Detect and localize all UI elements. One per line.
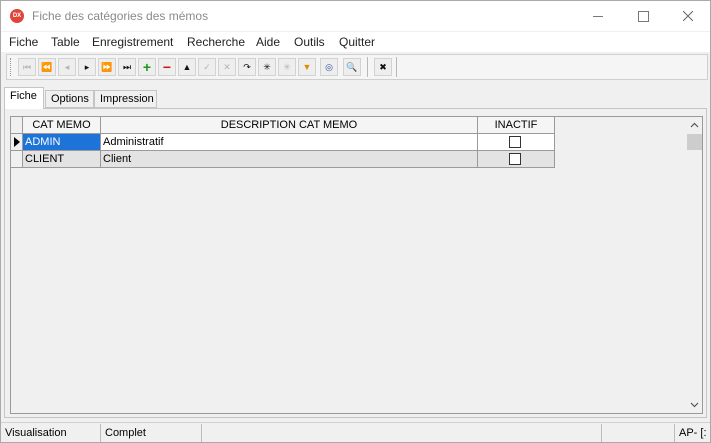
last-button[interactable]: ⏭ — [118, 58, 136, 76]
data-grid: CAT MEMO DESCRIPTION CAT MEMO INACTIF AD… — [10, 116, 703, 414]
scroll-thumb[interactable] — [687, 134, 702, 150]
grid-corner — [11, 117, 23, 134]
filter-button[interactable]: ▼ — [298, 58, 316, 76]
cell-cat-memo[interactable]: ADMIN — [23, 134, 101, 151]
status-extra: AP- [: — [679, 427, 707, 439]
cell-inactif[interactable] — [478, 134, 555, 151]
cell-inactif[interactable] — [478, 151, 555, 168]
status-panel-empty — [202, 424, 602, 442]
asterisk-icon: ✳ — [263, 62, 271, 72]
refresh-button[interactable]: ↷ — [238, 58, 256, 76]
current-row-arrow-icon — [14, 137, 20, 147]
asterisk-disabled-button[interactable]: ✳ — [278, 58, 296, 76]
edit-button[interactable]: ▲ — [178, 58, 196, 76]
menu-aide[interactable]: Aide — [256, 35, 280, 49]
cancel-button[interactable]: ✕ — [218, 58, 236, 76]
prev-page-icon: ⏪ — [41, 62, 53, 72]
app-logo-icon: DX — [10, 9, 24, 23]
toolbar-grip[interactable] — [10, 58, 14, 76]
delete-button[interactable]: − — [158, 58, 176, 76]
asterisk-button[interactable]: ✳ — [258, 58, 276, 76]
binoculars-icon: ◎ — [325, 62, 333, 72]
close-box-button[interactable]: ✖ — [374, 58, 392, 76]
edit-icon: ▲ — [182, 62, 192, 72]
tab-impression[interactable]: Impression — [94, 90, 157, 108]
inactif-checkbox[interactable] — [509, 136, 521, 148]
next-button[interactable]: ▸ — [78, 58, 96, 76]
tab-options[interactable]: Options — [45, 90, 94, 108]
column-header-cat-memo[interactable]: CAT MEMO — [23, 117, 101, 134]
toolbar-separator — [396, 57, 397, 77]
scroll-down-button[interactable] — [686, 396, 702, 413]
cell-description[interactable]: Administratif — [101, 134, 478, 151]
column-header-inactif[interactable]: INACTIF — [478, 117, 555, 134]
cell-cat-memo[interactable]: CLIENT — [23, 151, 101, 168]
asterisk-disabled-icon: ✳ — [283, 62, 291, 72]
close-box-icon: ✖ — [379, 62, 387, 72]
toolbar: ⏮ ⏪ ◂ ▸ ⏩ ⏭ + − ▲ ✓ ✕ ↷ ✳ ✳ ▼ ◎ 🔍 ✖ — [6, 54, 708, 80]
menu-outils[interactable]: Outils — [294, 35, 325, 49]
status-mode: Visualisation — [1, 424, 101, 442]
next-page-icon: ⏩ — [101, 62, 113, 72]
toolbar-separator — [367, 57, 368, 77]
title-bar: DX Fiche des catégories des mémos — [1, 1, 710, 31]
menu-bar: Fiche Table Enregistrement Recherche Aid… — [1, 32, 710, 52]
search-icon: 🔍 — [346, 62, 358, 72]
app-window: DX Fiche des catégories des mémos Fiche … — [0, 0, 711, 443]
column-header-description[interactable]: DESCRIPTION CAT MEMO — [101, 117, 478, 134]
tab-fiche[interactable]: Fiche — [4, 87, 44, 109]
filter-icon: ▼ — [302, 62, 312, 72]
status-bar: Visualisation Complet AP- [: — [1, 422, 710, 442]
search-button[interactable]: 🔍 — [343, 58, 361, 76]
close-icon — [683, 11, 693, 21]
last-icon: ⏭ — [122, 62, 132, 72]
close-button[interactable] — [665, 1, 711, 31]
vertical-scrollbar[interactable] — [686, 117, 702, 413]
first-icon: ⏮ — [22, 62, 32, 72]
status-panel-empty — [602, 424, 675, 442]
chevron-up-icon — [690, 122, 699, 128]
row-indicator — [11, 151, 23, 168]
first-button[interactable]: ⏮ — [18, 58, 36, 76]
prev-button[interactable]: ◂ — [58, 58, 76, 76]
menu-fiche[interactable]: Fiche — [9, 35, 38, 49]
cell-description[interactable]: Client — [101, 151, 478, 168]
menu-recherche[interactable]: Recherche — [187, 35, 245, 49]
add-icon: + — [142, 59, 152, 75]
cancel-icon: ✕ — [223, 62, 231, 72]
post-button[interactable]: ✓ — [198, 58, 216, 76]
inactif-checkbox[interactable] — [509, 153, 521, 165]
minimize-button[interactable] — [575, 1, 621, 31]
window-title: Fiche des catégories des mémos — [32, 9, 209, 23]
status-state: Complet — [101, 424, 202, 442]
add-button[interactable]: + — [138, 58, 156, 76]
tab-panel-fiche: CAT MEMO DESCRIPTION CAT MEMO INACTIF AD… — [4, 108, 707, 418]
refresh-icon: ↷ — [243, 62, 251, 72]
delete-icon: − — [162, 59, 172, 75]
row-indicator — [11, 134, 23, 151]
menu-table[interactable]: Table — [51, 35, 80, 49]
prev-icon: ◂ — [64, 62, 70, 72]
next-page-button[interactable]: ⏩ — [98, 58, 116, 76]
post-icon: ✓ — [203, 62, 211, 72]
binoculars-button[interactable]: ◎ — [320, 58, 338, 76]
next-icon: ▸ — [84, 62, 90, 72]
menu-quitter[interactable]: Quitter — [339, 35, 375, 49]
prev-page-button[interactable]: ⏪ — [38, 58, 56, 76]
chevron-down-icon — [690, 402, 699, 408]
maximize-button[interactable] — [620, 1, 666, 31]
menu-enregistrement[interactable]: Enregistrement — [92, 35, 173, 49]
scroll-up-button[interactable] — [686, 117, 702, 134]
